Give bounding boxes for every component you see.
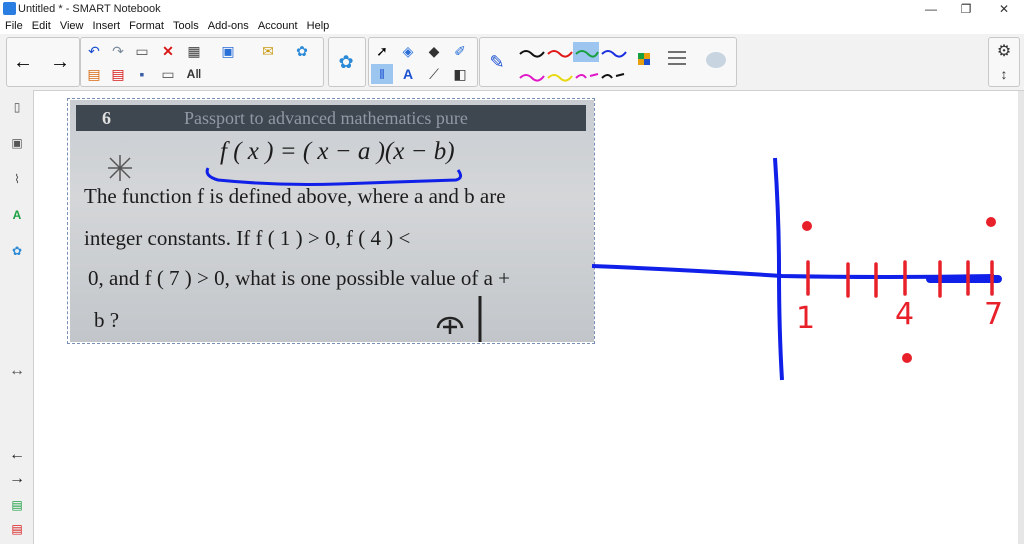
point-f7-positive (986, 217, 996, 227)
vertical-axis (773, 157, 784, 381)
label-4: 4 (895, 297, 914, 332)
formula-underline (205, 167, 463, 186)
handwriting-layer: 1 4 7 (205, 157, 1003, 381)
label-1: 1 (796, 301, 815, 336)
point-f1-positive (802, 221, 812, 231)
point-f4-negative (902, 353, 912, 363)
label-7: 7 (984, 297, 1003, 332)
